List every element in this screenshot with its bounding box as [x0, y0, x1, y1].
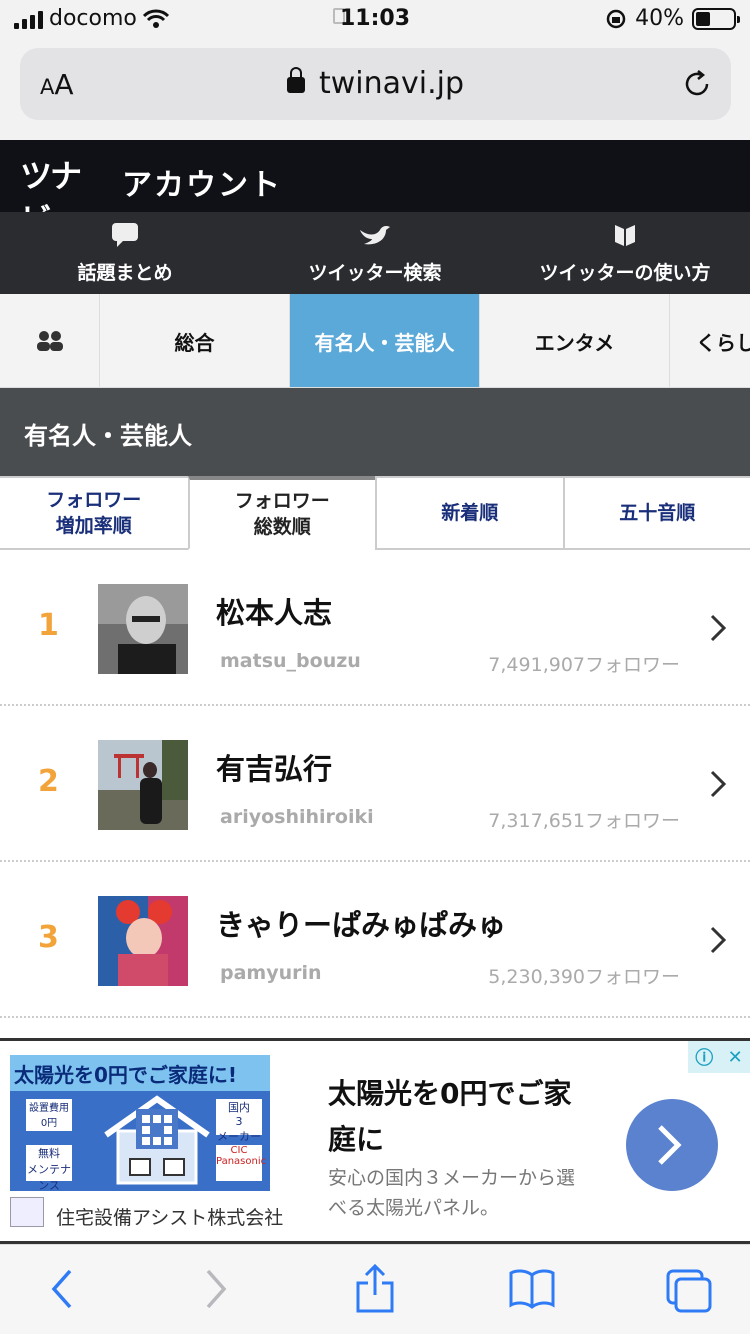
advertisement[interactable]: 太陽光を0円でご家庭に! 設置費用 0円 無料 メンテナンス 国内 3 メーカー CIC…: [0, 1038, 750, 1244]
follower-count: 7,317,651フォロワー: [488, 810, 680, 832]
site-logo[interactable]: ツナビ: [20, 154, 88, 239]
nav-topics[interactable]: 話題まとめ: [0, 212, 250, 294]
ad-banner-header: 太陽光を0円でご家庭に!: [10, 1055, 270, 1091]
book-leaf-icon: [615, 225, 635, 246]
ad-box-installation: 設置費用 0円: [26, 1099, 72, 1131]
battery-percent: 40%: [635, 6, 684, 31]
browser-toolbar: [0, 1244, 750, 1334]
ad-banner-image[interactable]: 太陽光を0円でご家庭に! 設置費用 0円 無料 メンテナンス 国内 3 メーカー CIC…: [10, 1055, 270, 1191]
sort-follower-total[interactable]: フォロワー 総数順: [187, 476, 375, 550]
chevron-right-icon: [710, 926, 726, 954]
rank-number: 1: [38, 608, 59, 643]
follower-count: 5,230,390フォロワー: [488, 966, 680, 988]
rank-number: 2: [38, 764, 59, 799]
rotation-lock-icon: [606, 9, 626, 28]
account-name: きゃりーぱみゅぱみゅ: [216, 908, 507, 942]
browser-address-area: AA twinavi.jp: [0, 40, 750, 140]
account-handle: matsu_bouzu: [220, 650, 361, 672]
sort-follower-growth[interactable]: フォロワー 増加率順: [0, 476, 188, 550]
url-host: twinavi.jp: [20, 66, 731, 101]
address-bar[interactable]: AA twinavi.jp: [20, 48, 731, 120]
bookmarks-icon[interactable]: [508, 1267, 556, 1311]
chevron-right-icon: [658, 1125, 682, 1165]
nav-how-to[interactable]: ツイッターの使い方: [500, 212, 750, 294]
rank-number: 3: [38, 920, 59, 955]
tab-lifestyle[interactable]: くらし: [670, 294, 750, 387]
people-icon: [36, 331, 63, 351]
section-title: 有名人・芸能人: [0, 388, 750, 476]
status-bar: docomo 11:03 40%: [0, 0, 750, 40]
back-icon[interactable]: [48, 1267, 74, 1311]
ad-info-icon[interactable]: ⓘ: [695, 1044, 713, 1070]
house-icon: [104, 1095, 210, 1185]
ad-box-partners: CIC Panasonic: [216, 1145, 266, 1181]
ranking-list: 1 松本人志 matsu_bouzu 7,491,907フォロワー 2 有吉弘行…: [0, 550, 750, 1018]
main-nav: 話題まとめ ツイッター検索 ツイッターの使い方: [0, 212, 750, 294]
avatar[interactable]: [98, 584, 188, 674]
account-handle: pamyurin: [220, 962, 322, 984]
avatar[interactable]: [98, 896, 188, 986]
battery-icon: [692, 7, 740, 30]
ad-box-makers: 国内 3 メーカー: [216, 1099, 262, 1143]
ad-close-icon[interactable]: ✕: [728, 1047, 743, 1068]
account-handle: ariyoshihiroiki: [220, 806, 374, 828]
site-header: ツナビ アカウント: [0, 140, 750, 239]
ad-company-name: 住宅設備アシスト株式会社: [56, 1207, 284, 1229]
ad-choices[interactable]: ⓘ ✕: [688, 1041, 750, 1073]
tab-entertainment[interactable]: エンタメ: [480, 294, 670, 387]
forward-icon[interactable]: [204, 1267, 230, 1311]
list-item[interactable]: 1 松本人志 matsu_bouzu 7,491,907フォロワー: [0, 550, 750, 706]
bird-icon: [360, 226, 390, 245]
avatar[interactable]: [98, 740, 188, 830]
reload-icon[interactable]: [681, 68, 713, 100]
tab-celebrities[interactable]: 有名人・芸能人: [290, 294, 480, 387]
tab-people[interactable]: [0, 294, 100, 387]
ad-description: 安心の国内３メーカーから選べる太陽光パネル。: [328, 1167, 576, 1219]
sort-newest[interactable]: 新着順: [375, 476, 563, 550]
ad-box-maintenance: 無料 メンテナンス: [26, 1145, 72, 1191]
sort-tabs: フォロワー 増加率順 フォロワー 総数順 新着順 五十音順: [0, 476, 750, 550]
ad-cta-button[interactable]: [626, 1099, 718, 1191]
account-name: 松本人志: [216, 596, 333, 630]
share-icon[interactable]: [354, 1263, 396, 1315]
page-title: アカウント: [122, 168, 282, 203]
lock-icon: [286, 67, 305, 93]
chevron-right-icon: [710, 614, 726, 642]
chevron-right-icon: [710, 770, 726, 798]
category-tabs: 総合 有名人・芸能人 エンタメ くらし: [0, 294, 750, 388]
status-right: 40%: [605, 6, 740, 31]
ad-headline[interactable]: 太陽光を0円でご家庭に: [328, 1071, 588, 1163]
speech-bubble-icon: [112, 223, 138, 247]
account-name: 有吉弘行: [216, 752, 333, 786]
list-item[interactable]: 2 有吉弘行 ariyoshihiroiki 7,317,651フォロワー: [0, 706, 750, 862]
tab-overall[interactable]: 総合: [100, 294, 290, 387]
sort-alphabetical[interactable]: 五十音順: [562, 476, 750, 550]
company-logo: [10, 1197, 44, 1227]
list-item[interactable]: 3 きゃりーぱみゅぱみゅ pamyurin 5,230,390フォロワー: [0, 862, 750, 1018]
tabs-icon[interactable]: [664, 1267, 714, 1315]
nav-twitter-search[interactable]: ツイッター検索: [250, 212, 500, 294]
follower-count: 7,491,907フォロワー: [488, 654, 680, 676]
